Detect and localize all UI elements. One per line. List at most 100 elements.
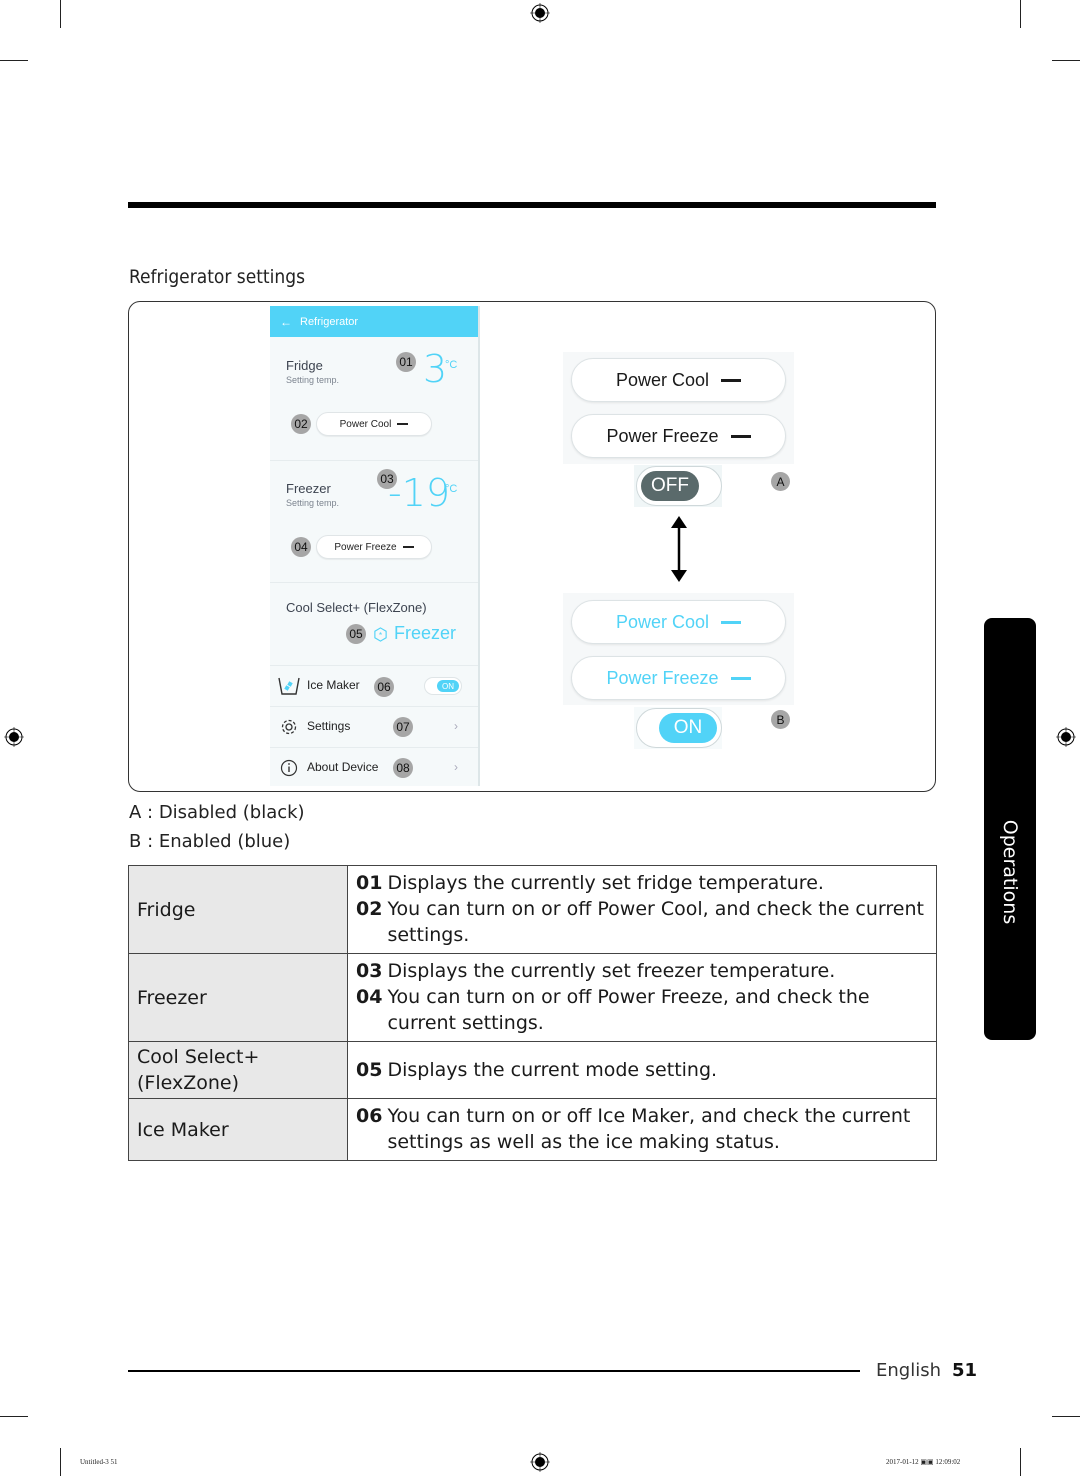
- ice-bucket-icon: [278, 677, 300, 695]
- item-text: Displays the current mode setting.: [387, 1058, 718, 1081]
- double-arrow-icon: [671, 516, 687, 582]
- about-device-label: About Device: [307, 760, 379, 774]
- svg-text:*: *: [379, 630, 383, 640]
- item-number: 04: [356, 986, 383, 1008]
- row-body: 05 Displays the current mode setting.: [347, 1041, 937, 1099]
- freezer-label: Freezer: [286, 481, 331, 496]
- table-row: Ice Maker 06 You can turn on or off Ice M…: [128, 1098, 937, 1161]
- callout-badge: 01: [396, 352, 416, 372]
- crop-mark: [1052, 1416, 1080, 1417]
- power-cool-label: Power Cool: [615, 369, 710, 390]
- legend-b: B : Enabled (blue): [129, 831, 291, 852]
- power-freeze-disabled-button[interactable]: Power Freeze: [571, 414, 786, 458]
- power-freeze-label: Power Freeze: [606, 425, 719, 446]
- power-cool-disabled-button[interactable]: Power Cool: [571, 358, 786, 402]
- top-rule: [128, 202, 936, 208]
- print-info-right: 2017-01-12 ▣▣ 12:09:02: [886, 1458, 961, 1466]
- row-body: 06 You can turn on or off Ice Maker, and …: [347, 1098, 937, 1161]
- crop-mark: [1020, 0, 1021, 28]
- settings-row[interactable]: Settings 07 ›: [270, 707, 478, 748]
- settings-label: Settings: [307, 719, 351, 733]
- registration-mark-icon: [1056, 727, 1076, 747]
- power-freeze-button[interactable]: Power Freeze: [316, 535, 432, 559]
- callout-badge: 06: [374, 677, 394, 697]
- chevron-right-icon: ›: [454, 719, 458, 733]
- item-number: 06: [356, 1105, 383, 1127]
- fridge-label: Fridge: [286, 358, 323, 373]
- crop-mark: [1020, 1448, 1021, 1476]
- fridge-temp: 3: [423, 347, 448, 391]
- freezer-section: Freezer Setting temp. 03 -19 °C 04 Power…: [270, 461, 478, 583]
- marker-b: B: [771, 710, 790, 729]
- item-number: 01: [356, 872, 383, 894]
- row-body: 03 Displays the currently set freezer tem…: [347, 953, 937, 1042]
- print-info-left: Untitled-3 51: [80, 1458, 118, 1466]
- minus-icon: [721, 378, 742, 382]
- registration-mark-icon: [530, 3, 550, 23]
- power-cool-label: Power Cool: [615, 611, 710, 632]
- ice-maker-row[interactable]: Ice Maker 06 ON: [270, 666, 478, 707]
- callout-badge: 04: [291, 537, 311, 557]
- freezer-temp: -19: [388, 471, 451, 515]
- item-text: Displays the currently set fridge temper…: [387, 872, 824, 894]
- figure-box: [128, 301, 936, 792]
- power-freeze-label: Power Freeze: [606, 667, 719, 688]
- toggle-on-label: ON: [437, 680, 459, 692]
- footer-rule: [128, 1370, 860, 1372]
- section-side-tab: Operations: [984, 618, 1036, 1040]
- item-number: 05: [356, 1058, 383, 1081]
- freezer-sub: Setting temp.: [286, 498, 340, 508]
- info-icon: [280, 759, 298, 777]
- on-toggle-wrap: ON: [634, 707, 722, 749]
- power-cool-enabled-button[interactable]: Power Cool: [571, 600, 786, 644]
- item-text: You can turn on or off Power Cool, and c…: [387, 898, 924, 946]
- crop-mark: [60, 0, 61, 28]
- ice-maker-toggle[interactable]: ON: [424, 677, 462, 695]
- power-cool-label: Power Cool: [339, 418, 392, 430]
- off-toggle[interactable]: OFF: [636, 466, 722, 506]
- crop-mark: [1052, 60, 1080, 61]
- fridge-section: Fridge Setting temp. 01 3 °C 02 Power Co…: [270, 337, 478, 461]
- description-table: Fridge 01 Displays the currently set frid…: [128, 865, 937, 1161]
- minus-icon: [730, 434, 751, 438]
- power-freeze-enabled-button[interactable]: Power Freeze: [571, 656, 786, 700]
- table-row: Freezer 03 Displays the currently set fre…: [128, 953, 937, 1042]
- fridge-unit: °C: [445, 359, 458, 371]
- app-title: Refrigerator: [300, 315, 359, 328]
- callout-badge: 08: [393, 758, 413, 778]
- legend-a: A : Disabled (black): [129, 802, 305, 823]
- off-toggle-wrap: OFF: [634, 465, 722, 507]
- section-title: Refrigerator settings: [129, 266, 305, 288]
- callout-badge: 07: [393, 717, 413, 737]
- gear-icon: [281, 719, 297, 735]
- fridge-sub: Setting temp.: [286, 375, 340, 385]
- toggle-on-knob: ON: [659, 713, 717, 743]
- ice-maker-label: Ice Maker: [307, 678, 360, 692]
- on-toggle[interactable]: ON: [636, 708, 722, 748]
- disabled-button-group: Power Cool Power Freeze: [563, 352, 794, 464]
- row-header: Cool Select+ (FlexZone): [128, 1041, 348, 1099]
- marker-a: A: [771, 472, 790, 491]
- enabled-button-group: Power Cool Power Freeze: [563, 593, 794, 705]
- flexzone-mode[interactable]: Freezer: [394, 623, 456, 644]
- callout-badge: 02: [291, 414, 311, 434]
- footer-language: English: [876, 1360, 941, 1381]
- row-header: Freezer: [128, 953, 348, 1042]
- app-screen: ← Refrigerator Fridge Setting temp. 01 3…: [270, 306, 480, 786]
- toggle-off-knob: OFF: [641, 471, 699, 501]
- registration-mark-icon: [530, 1452, 550, 1472]
- minus-icon: [397, 423, 409, 425]
- back-arrow-icon[interactable]: ←: [280, 315, 292, 329]
- flexzone-label: Cool Select+ (FlexZone): [286, 600, 427, 615]
- crop-mark: [0, 1416, 28, 1417]
- freezer-unit: °C: [445, 483, 458, 495]
- power-freeze-label: Power Freeze: [334, 541, 397, 553]
- about-device-row[interactable]: About Device 08 ›: [270, 748, 478, 788]
- minus-icon: [402, 546, 414, 548]
- page-number: 51: [952, 1360, 978, 1381]
- power-cool-button[interactable]: Power Cool: [316, 412, 432, 436]
- flexzone-section: Cool Select+ (FlexZone) 05 * Freezer: [270, 583, 478, 666]
- side-tab-label: Operations: [999, 819, 1021, 925]
- item-number: 03: [356, 960, 383, 982]
- row-header: Ice Maker: [128, 1098, 348, 1161]
